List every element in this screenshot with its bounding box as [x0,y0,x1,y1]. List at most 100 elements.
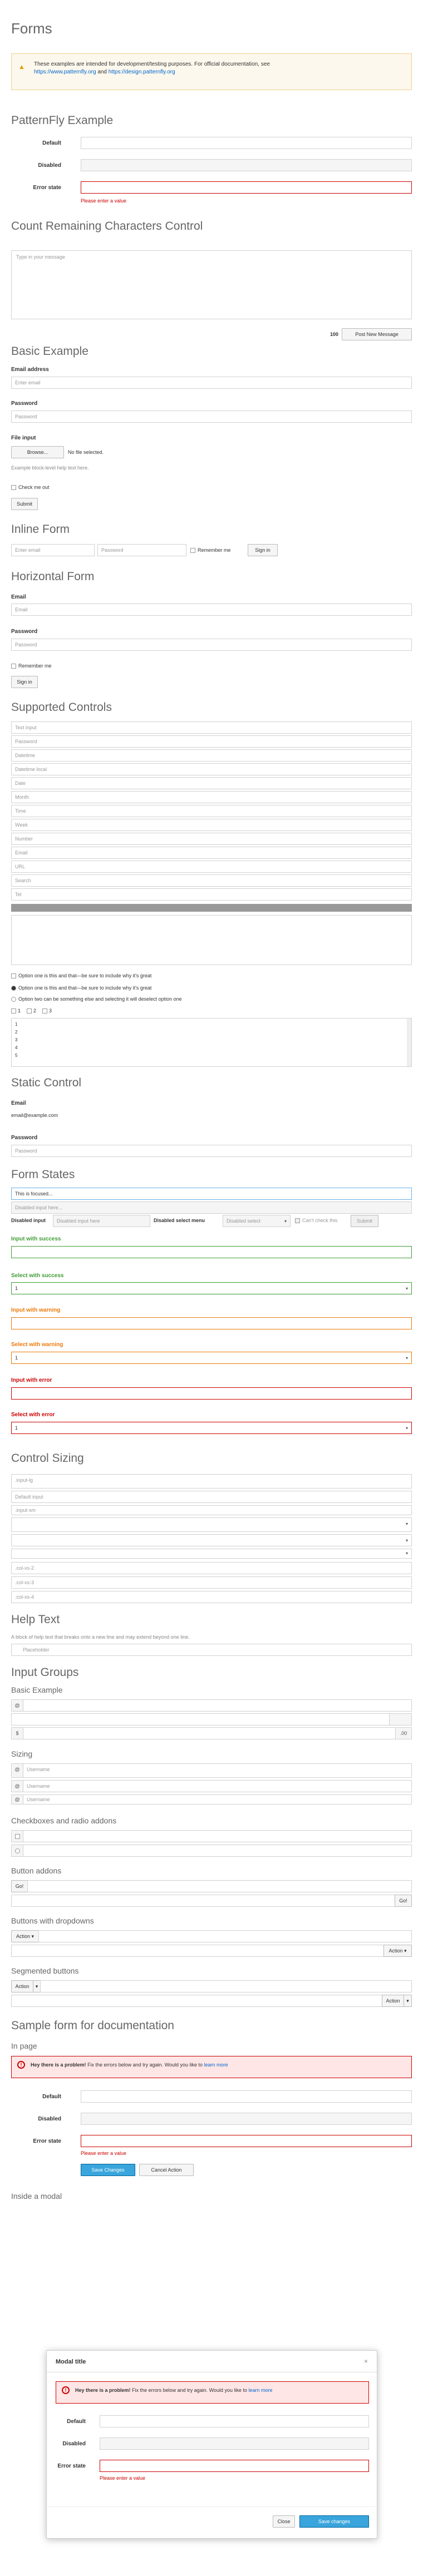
tel-input[interactable]: Tel [11,888,412,901]
amount-input[interactable] [23,1727,396,1739]
multi-select-options: 1 2 3 4 5 [15,1022,18,1058]
select-lg[interactable]: ▾ [11,1517,412,1532]
save-changes-button[interactable]: Save Changes [81,2164,135,2176]
modal-save-button[interactable]: Save changes [299,2515,369,2528]
supported-textarea[interactable] [11,915,412,965]
input-default[interactable]: Default input [11,1491,412,1503]
h-remember-checkbox[interactable] [11,664,16,669]
design-link[interactable]: https://design.patternfly.org [109,69,175,75]
go-button-right[interactable]: Go! [395,1895,412,1907]
checkbox-addon-input[interactable] [23,1830,412,1842]
chevron-down-icon: ▾ [284,1219,287,1224]
col-xs-4-input[interactable]: .col-xs-4 [11,1591,412,1603]
action-dropdown-left[interactable]: Action ▾ [11,1930,39,1942]
radio-addon-input[interactable] [23,1845,412,1857]
help-input[interactable]: Placeholder [11,1644,412,1656]
segmented-action-right[interactable]: Action [382,1995,404,2007]
warning-select[interactable]: 1 ▾ [11,1352,412,1364]
username-input-md[interactable]: Username [23,1780,412,1792]
submit-button[interactable]: Submit [11,498,38,510]
url-input[interactable]: URL [11,861,412,873]
patternfly-link[interactable]: https://www.patternfly.org [34,69,96,75]
sample-error-input[interactable] [81,2135,412,2147]
h-password-input[interactable]: Password [11,639,412,651]
inline-signin-button[interactable]: Sign in [248,544,278,556]
search-input[interactable]: Search [11,874,412,887]
week-input[interactable]: Week [11,819,412,831]
segmented-caret-left[interactable]: ▾ [33,1980,41,1992]
close-icon[interactable]: × [364,2357,368,2365]
username-input-sm[interactable]: Username [23,1794,412,1804]
datetime-input[interactable]: Datetime [11,749,412,762]
inline-remember-checkbox[interactable] [190,548,195,553]
checkout-checkbox[interactable] [11,485,16,490]
h-signin-button[interactable]: Sign in [11,676,38,688]
warning-input[interactable] [11,1317,412,1329]
go-input-right[interactable] [11,1895,395,1907]
modal-default-input[interactable] [100,2415,369,2427]
email-input[interactable]: Enter email [11,377,412,389]
segmented-action-left[interactable]: Action [11,1980,33,1992]
multi-select[interactable]: 1 2 3 4 5 [11,1018,412,1067]
error-state-input[interactable] [11,1387,412,1400]
option-checkbox[interactable] [11,973,16,978]
input-lg[interactable]: .input-lg [11,1474,412,1489]
password-control[interactable]: Password [11,735,412,748]
default-input[interactable] [81,137,412,149]
dollar-addon: $ [11,1727,23,1739]
go-button-left[interactable]: Go! [11,1880,28,1892]
h-email-input[interactable]: Email [11,604,412,616]
text-input[interactable]: Text input [11,721,412,734]
modal-error-input[interactable] [100,2460,369,2472]
dropdown-input-left[interactable] [38,1930,412,1942]
date-input[interactable]: Date [11,777,412,789]
username-input-lg[interactable]: Username [23,1763,412,1778]
sample-default-input[interactable] [81,2090,412,2103]
color-input[interactable] [11,904,412,912]
learn-more-link[interactable]: learn more [204,2062,228,2068]
recipient-input[interactable] [11,1713,390,1725]
input-sm[interactable]: .input-sm [11,1505,412,1515]
email-control[interactable]: Email [11,847,412,859]
post-message-button[interactable]: Post New Message [342,328,412,340]
username-input[interactable] [23,1699,412,1712]
option-radio-1[interactable] [11,986,16,991]
chevron-down-icon: ▾ [405,1521,408,1526]
addon-checkbox[interactable] [15,1834,20,1839]
browse-button[interactable]: Browse... [11,446,64,458]
month-input[interactable]: Month [11,791,412,803]
col-xs-3-input[interactable]: .col-xs-3 [11,1576,412,1589]
go-input-left[interactable] [27,1880,412,1892]
inline-checkbox-1[interactable] [11,1008,16,1013]
password-input[interactable]: Password [11,411,412,423]
success-select[interactable]: 1 ▾ [11,1282,412,1294]
addon-radio[interactable] [15,1848,20,1853]
select-default[interactable]: ▾ [11,1534,412,1546]
focused-input[interactable]: This is focused... [11,1188,412,1200]
multi-select-scrollbar[interactable] [407,1018,411,1066]
select-sm[interactable]: ▾ [11,1549,412,1559]
cancel-action-button[interactable]: Cancel Action [139,2164,194,2176]
inline-checkbox-3[interactable] [42,1008,47,1013]
segmented-input-right[interactable] [11,1995,382,2007]
static-password-input[interactable]: Password [11,1145,412,1157]
segmented-input-left[interactable] [40,1980,412,1992]
action-dropdown-right[interactable]: Action ▾ [383,1945,412,1957]
inline-email-input[interactable]: Enter email [11,544,95,556]
success-input[interactable] [11,1246,412,1258]
segmented-caret-right[interactable]: ▾ [404,1995,412,2007]
option-radio-2[interactable] [11,997,16,1002]
datetime-local-input[interactable]: Datetime local [11,763,412,775]
time-input[interactable]: Time [11,805,412,817]
inline-password-input[interactable]: Password [97,544,186,556]
subsection-segmented: Segmented buttons [11,1966,79,1975]
error-select[interactable]: 1 ▾ [11,1422,412,1434]
error-input[interactable] [81,181,412,194]
number-input[interactable]: Number [11,833,412,845]
modal-learn-more-link[interactable]: learn more [249,2387,273,2393]
dropdown-input-right[interactable] [11,1945,384,1957]
col-xs-2-input[interactable]: .col-xs-2 [11,1562,412,1574]
inline-checkbox-2[interactable] [27,1008,32,1013]
message-textarea[interactable]: Type in your message [11,250,412,319]
modal-close-button[interactable]: Close [273,2515,295,2528]
